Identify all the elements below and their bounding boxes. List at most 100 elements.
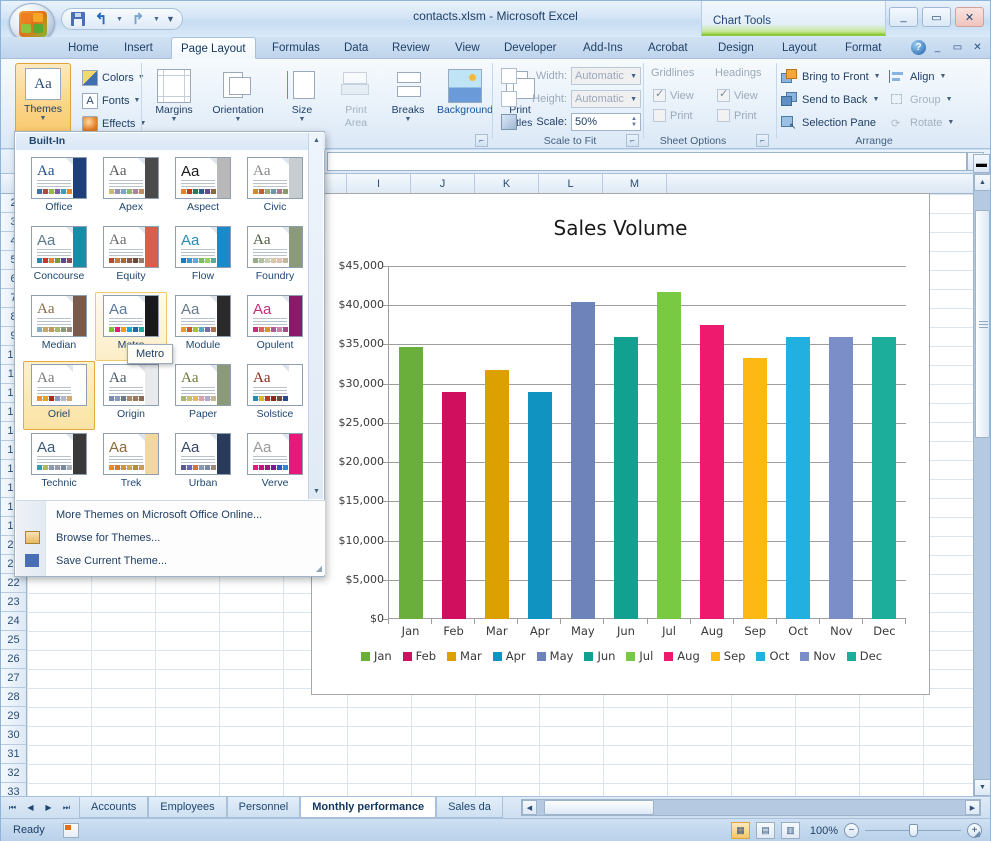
- column-header-M[interactable]: M: [603, 174, 667, 194]
- theme-item-origin[interactable]: AaOrigin: [95, 361, 167, 430]
- bar-aug[interactable]: [700, 325, 724, 619]
- tab-view[interactable]: View: [446, 37, 489, 59]
- macro-record-icon[interactable]: [63, 823, 79, 838]
- legend-item-mar[interactable]: Mar: [447, 649, 482, 663]
- theme-item-trek[interactable]: AaTrek: [95, 430, 167, 499]
- tab-insert[interactable]: Insert: [115, 37, 162, 59]
- row-header[interactable]: 25: [1, 631, 27, 650]
- tab-add-ins[interactable]: Add-Ins: [574, 37, 632, 59]
- theme-fonts-button[interactable]: A Fonts ▼: [79, 90, 143, 111]
- theme-item-opulent[interactable]: AaOpulent: [239, 292, 311, 361]
- next-sheet-button[interactable]: ▶: [40, 799, 57, 816]
- previous-sheet-button[interactable]: ◀: [22, 799, 39, 816]
- bar-apr[interactable]: [528, 392, 552, 619]
- column-header-J[interactable]: J: [411, 174, 475, 194]
- last-sheet-button[interactable]: ⏭: [58, 799, 75, 816]
- save-current-theme-item[interactable]: Save Current Theme...: [18, 549, 323, 572]
- horizontal-scrollbar[interactable]: ◀ ▶: [521, 799, 981, 816]
- theme-item-verve[interactable]: AaVerve: [239, 430, 311, 499]
- split-pane-button[interactable]: ▬: [973, 154, 990, 173]
- headings-view-checkbox[interactable]: View: [717, 89, 758, 102]
- row-header[interactable]: 32: [1, 764, 27, 783]
- legend-item-feb[interactable]: Feb: [403, 649, 436, 663]
- bring-to-front-button[interactable]: Bring to Front ▼: [781, 66, 881, 87]
- tab-review[interactable]: Review: [383, 37, 439, 59]
- row-header[interactable]: 30: [1, 726, 27, 745]
- gallery-scroll-down-button[interactable]: ▼: [309, 484, 324, 499]
- legend-item-sep[interactable]: Sep: [711, 649, 746, 663]
- tab-data[interactable]: Data: [335, 37, 377, 59]
- theme-item-aspect[interactable]: AaAspect: [167, 154, 239, 223]
- row-header[interactable]: 26: [1, 650, 27, 669]
- zoom-out-button[interactable]: −: [844, 823, 859, 838]
- theme-item-oriel[interactable]: AaOriel: [23, 361, 95, 430]
- bar-mar[interactable]: [485, 370, 509, 619]
- column-header-K[interactable]: K: [475, 174, 539, 194]
- legend-item-may[interactable]: May: [537, 649, 574, 663]
- rotate-button[interactable]: ⟳ Rotate ▼: [889, 112, 954, 133]
- legend-item-apr[interactable]: Apr: [493, 649, 526, 663]
- background-button[interactable]: Background: [428, 65, 502, 133]
- close-button[interactable]: ✕: [955, 7, 984, 27]
- theme-colors-button[interactable]: Colors ▼: [79, 67, 148, 88]
- legend-item-jun[interactable]: Jun: [584, 649, 615, 663]
- scale-stepper[interactable]: ▲▼: [631, 117, 637, 128]
- column-header-L[interactable]: L: [539, 174, 603, 194]
- window-resize-grip-icon[interactable]: ◢: [974, 829, 980, 838]
- legend-item-aug[interactable]: Aug: [664, 649, 699, 663]
- view-normal-button[interactable]: ▦: [731, 822, 750, 839]
- tab-format[interactable]: Format: [836, 37, 890, 59]
- gridlines-print-checkbox[interactable]: Print: [653, 109, 693, 122]
- theme-item-module[interactable]: AaModule: [167, 292, 239, 361]
- zoom-slider-thumb[interactable]: [909, 824, 918, 837]
- hscroll-left-button[interactable]: ◀: [522, 800, 537, 815]
- sheet-tab-employees[interactable]: Employees: [148, 797, 226, 818]
- theme-item-equity[interactable]: AaEquity: [95, 223, 167, 292]
- zoom-level-label[interactable]: 100%: [806, 825, 838, 837]
- group-button[interactable]: Group ▼: [889, 89, 953, 110]
- tab-developer[interactable]: Developer: [495, 37, 565, 59]
- gridlines-view-checkbox[interactable]: View: [653, 89, 694, 102]
- bar-jan[interactable]: [399, 347, 423, 619]
- tab-layout[interactable]: Layout: [773, 37, 826, 59]
- sheet-options-dialog-launcher[interactable]: ⌐: [756, 134, 769, 147]
- row-header[interactable]: 28: [1, 688, 27, 707]
- scale-spinner[interactable]: 50% ▲▼: [571, 113, 641, 131]
- legend-item-nov[interactable]: Nov: [800, 649, 835, 663]
- first-sheet-button[interactable]: ⏮: [4, 799, 21, 816]
- resize-grip-icon[interactable]: ◢: [316, 564, 322, 573]
- chart-object[interactable]: Sales Volume $0$5,000$10,000$15,000$20,0…: [311, 193, 930, 695]
- orientation-button[interactable]: Orientation ▼: [204, 65, 272, 133]
- theme-item-concourse[interactable]: AaConcourse: [23, 223, 95, 292]
- row-header[interactable]: 31: [1, 745, 27, 764]
- print-area-button[interactable]: Print Area: [328, 65, 384, 133]
- scroll-up-button[interactable]: ▲: [974, 174, 991, 191]
- size-button[interactable]: Size ▼: [274, 65, 330, 133]
- horizontal-scroll-thumb[interactable]: [544, 800, 654, 815]
- theme-item-median[interactable]: AaMedian: [23, 292, 95, 361]
- more-themes-online-item[interactable]: More Themes on Microsoft Office Online..…: [18, 503, 323, 526]
- theme-item-technic[interactable]: AaTechnic: [23, 430, 95, 499]
- legend-item-dec[interactable]: Dec: [847, 649, 882, 663]
- maximize-button[interactable]: ▭: [922, 7, 951, 27]
- tab-page-layout[interactable]: Page Layout: [171, 37, 256, 59]
- tab-design[interactable]: Design: [709, 37, 763, 59]
- legend-item-jul[interactable]: Jul: [626, 649, 653, 663]
- scroll-down-button[interactable]: ▼: [974, 779, 991, 796]
- theme-item-civic[interactable]: AaCivic: [239, 154, 311, 223]
- sheet-tab-accounts[interactable]: Accounts: [79, 797, 148, 818]
- row-header[interactable]: 23: [1, 593, 27, 612]
- theme-item-foundry[interactable]: AaFoundry: [239, 223, 311, 292]
- theme-item-apex[interactable]: AaApex: [95, 154, 167, 223]
- theme-item-paper[interactable]: AaPaper: [167, 361, 239, 430]
- send-to-back-button[interactable]: Send to Back ▼: [781, 89, 879, 110]
- theme-item-flow[interactable]: AaFlow: [167, 223, 239, 292]
- legend-item-oct[interactable]: Oct: [756, 649, 789, 663]
- formula-input[interactable]: [327, 152, 967, 171]
- vertical-scroll-thumb[interactable]: [975, 210, 990, 438]
- headings-print-checkbox[interactable]: Print: [717, 109, 757, 122]
- row-header[interactable]: 24: [1, 612, 27, 631]
- tab-formulas[interactable]: Formulas: [263, 37, 329, 59]
- margins-button[interactable]: Margins ▼: [146, 65, 202, 133]
- selection-pane-button[interactable]: ↖ Selection Pane: [781, 112, 876, 133]
